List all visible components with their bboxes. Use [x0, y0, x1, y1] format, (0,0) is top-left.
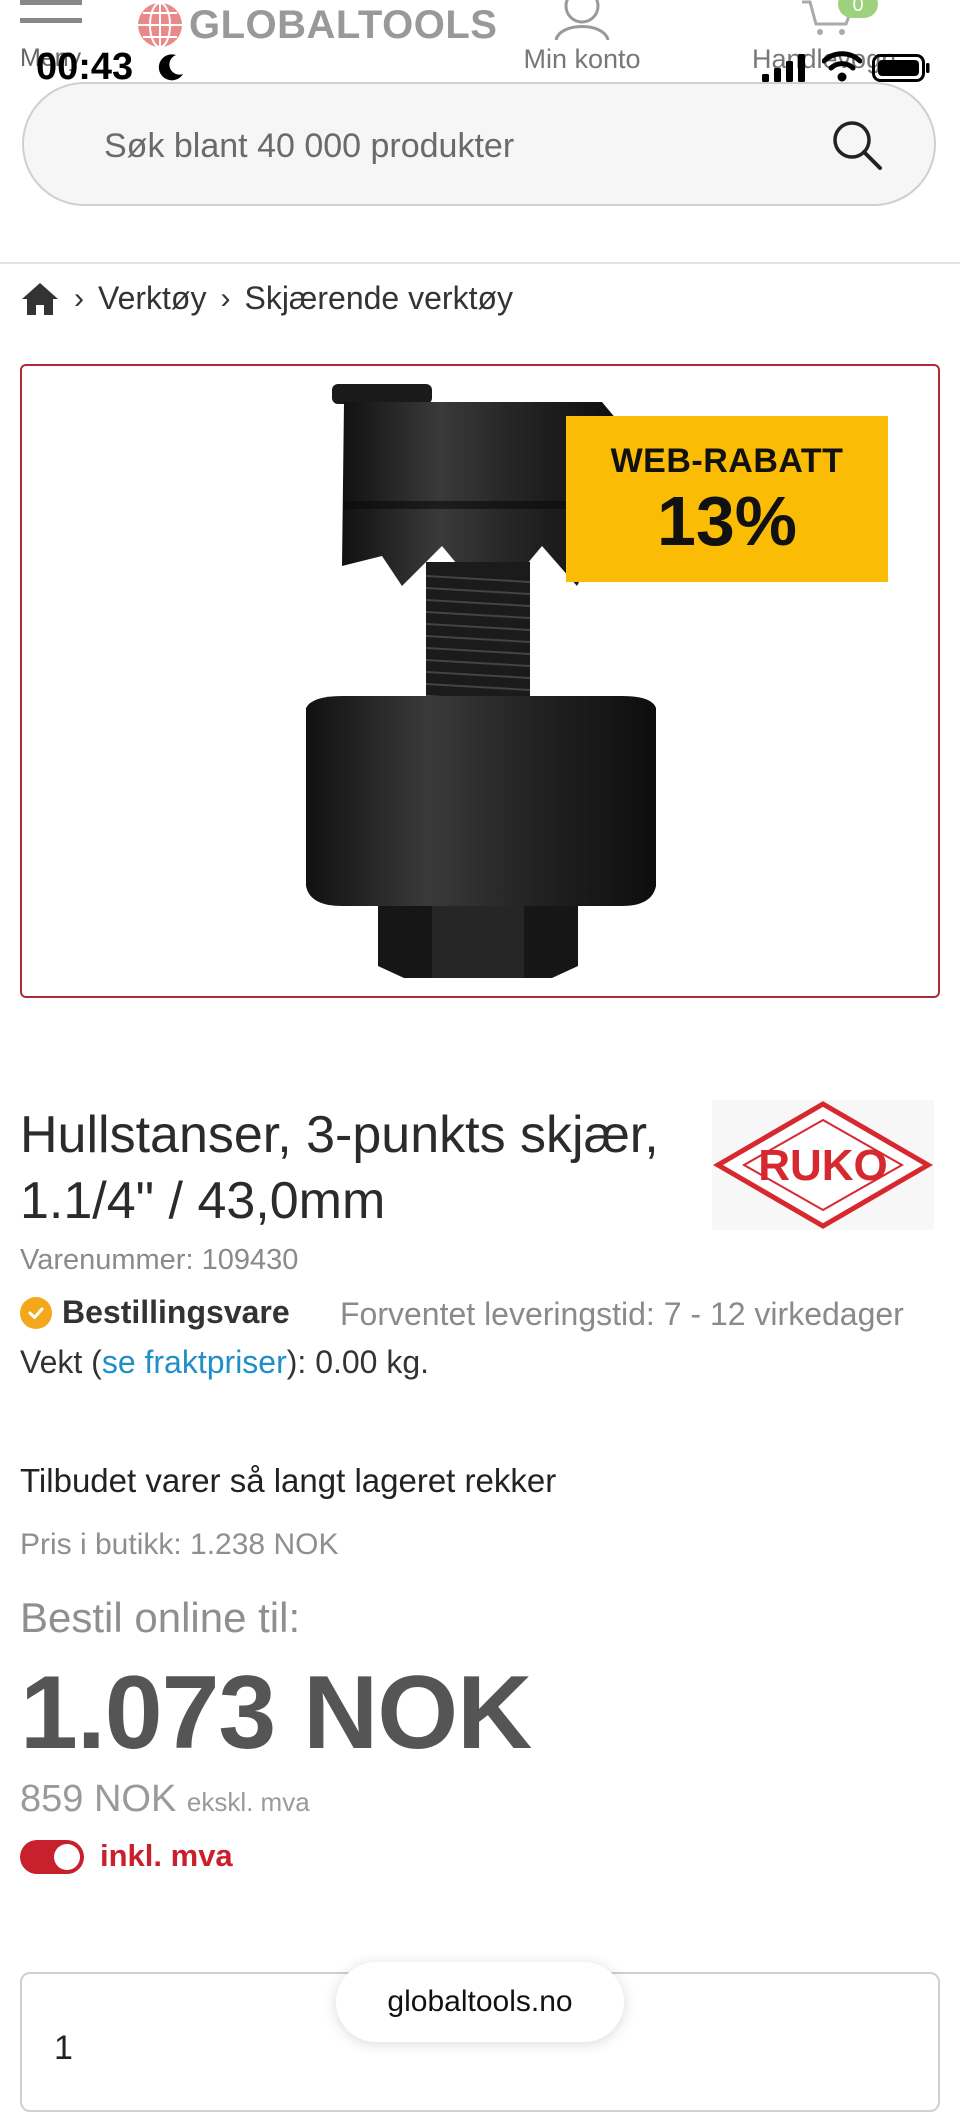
shipping-prices-link[interactable]: se fraktpriser	[102, 1344, 287, 1380]
vat-toggle-label[interactable]: inkl. mva	[100, 1838, 233, 1874]
discount-badge-percent: 13%	[656, 482, 798, 560]
online-price-label: Bestil online til:	[20, 1594, 301, 1641]
chevron-right-icon: ›	[74, 281, 84, 315]
account-label[interactable]: Min konto	[520, 44, 644, 75]
breadcrumb-item-skjaerende[interactable]: Skjærende verktøy	[244, 280, 513, 317]
product-sku: Varenummer: 109430	[20, 1244, 299, 1276]
search-bar[interactable]	[22, 82, 936, 206]
signal-icon	[762, 54, 805, 82]
home-icon[interactable]	[20, 281, 60, 317]
globe-icon	[138, 2, 182, 48]
weight-info: Vekt (se fraktpriser): 0.00 kg.	[20, 1344, 429, 1381]
battery-icon	[872, 54, 930, 82]
checkmark-icon	[20, 1296, 52, 1329]
store-price: Pris i butikk: 1.238 NOK	[20, 1528, 339, 1561]
cart-count-badge: 0	[838, 0, 878, 18]
ruko-brand-logo[interactable]: RUKO	[712, 1100, 934, 1230]
weight-prefix: Vekt (	[20, 1344, 102, 1380]
site-header: Meny GLOBALTOOLS Min konto 0 Handlevogn …	[0, 0, 960, 264]
stock-label: Bestillingsvare	[62, 1294, 290, 1330]
user-icon[interactable]	[550, 0, 614, 40]
offer-notice: Tilbudet varer så langt lageret rekker	[20, 1462, 557, 1499]
vat-toggle-knob	[54, 1844, 80, 1870]
search-icon[interactable]	[830, 118, 884, 172]
breadcrumb-item-verktoy[interactable]: Verktøy	[98, 280, 206, 317]
logo-text: GLOBALTOOLS	[189, 2, 498, 47]
chevron-right-icon: ›	[220, 281, 231, 315]
wifi-icon	[822, 51, 862, 82]
brand-text: RUKO	[758, 1141, 888, 1190]
price-ex-vat-label: ekskl. mva	[186, 1787, 310, 1817]
search-input[interactable]	[102, 120, 806, 172]
product-title: Hullstanser, 3-punkts skjær, 1.1/4" / 43…	[20, 1106, 659, 1230]
discount-badge-title: WEB-RABATT	[610, 442, 844, 480]
weight-suffix: ): 0.00 kg.	[286, 1344, 430, 1380]
browser-url-bar[interactable]: globaltools.no	[336, 1962, 624, 2042]
price-ex-vat-value: 859 NOK	[20, 1778, 177, 1820]
breadcrumb: › Verktøy › Skjærende verktøy	[20, 280, 513, 317]
vat-toggle[interactable]	[20, 1840, 84, 1874]
stock-status: Bestillingsvare	[20, 1294, 290, 1331]
discount-badge: WEB-RABATT 13%	[566, 416, 888, 582]
price-ex-vat: 859 NOK ekskl. mva	[20, 1778, 310, 1821]
menu-icon[interactable]	[20, 0, 82, 26]
delivery-time: Forventet leveringstid: 7 - 12 virkedage…	[340, 1296, 904, 1332]
quantity-input[interactable]	[52, 2028, 256, 2069]
online-price: 1.073 NOK	[20, 1655, 532, 1771]
moon-icon	[158, 54, 183, 81]
globaltools-logo[interactable]: GLOBALTOOLS	[135, 0, 497, 50]
